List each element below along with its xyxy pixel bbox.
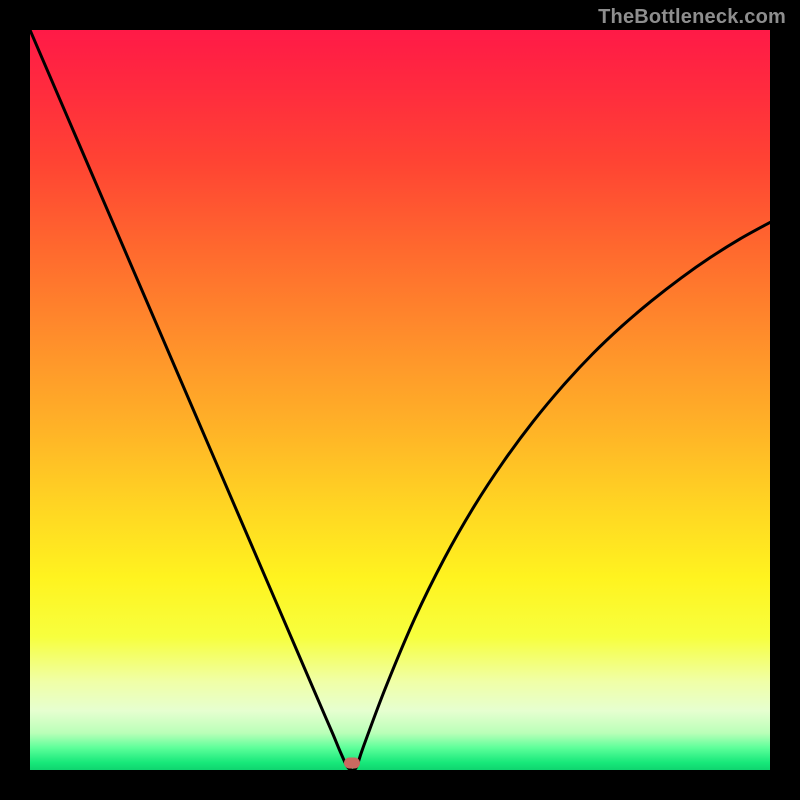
chart-frame: TheBottleneck.com <box>0 0 800 800</box>
watermark-text: TheBottleneck.com <box>598 6 786 29</box>
plot-area <box>30 30 770 770</box>
optimal-point-marker <box>344 757 360 768</box>
bottleneck-curve <box>30 30 770 770</box>
